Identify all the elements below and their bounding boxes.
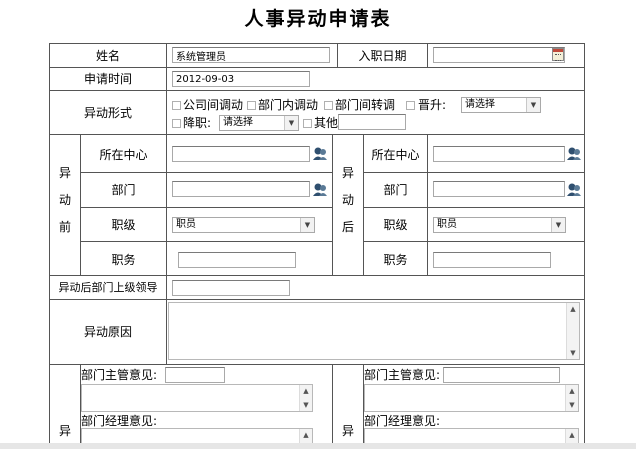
- before-center-input[interactable]: [172, 146, 310, 162]
- after-section-label: 异 动 后: [341, 166, 354, 234]
- change-type-label: 异动形式: [83, 106, 132, 120]
- scroll-up-icon[interactable]: ▲: [300, 430, 312, 440]
- right-manager-opinion-label: 部门主管意见:: [364, 368, 441, 382]
- scroll-down-icon[interactable]: ▼: [566, 400, 578, 410]
- option-promotion-label: 晋升:: [418, 98, 447, 112]
- opinion-right-section-label: 异: [341, 424, 354, 438]
- org-picker-icon[interactable]: [567, 146, 581, 160]
- calendar-icon[interactable]: [552, 48, 564, 61]
- leader-input[interactable]: [172, 280, 290, 296]
- page-title: 人事异动申请表: [244, 8, 392, 30]
- option-inter-company-label: 公司间调动: [183, 98, 244, 112]
- option-other-label: 其他: [314, 116, 339, 130]
- name-label: 姓名: [95, 49, 120, 63]
- before-position-input[interactable]: [178, 252, 296, 268]
- before-dept-label: 部门: [111, 183, 136, 197]
- scrollbar[interactable]: ▲ ▼: [565, 385, 578, 411]
- demotion-select-value: 请选择: [223, 117, 253, 128]
- left-manager-opinion-textarea[interactable]: ▲ ▼: [81, 384, 313, 412]
- scroll-up-icon[interactable]: ▲: [300, 386, 312, 396]
- left-manager-name-input[interactable]: [165, 367, 225, 383]
- before-section-label: 异 动 前: [58, 166, 71, 234]
- after-position-input[interactable]: [433, 252, 551, 268]
- name-input[interactable]: [172, 47, 330, 63]
- chevron-down-icon: ▼: [526, 98, 540, 112]
- after-level-value: 职员: [437, 219, 457, 230]
- left-manager-opinion-label: 部门主管意见:: [81, 368, 158, 382]
- before-center-label: 所在中心: [99, 148, 148, 162]
- scroll-up-icon[interactable]: ▲: [567, 304, 579, 314]
- checkbox-intra-dept[interactable]: [247, 101, 256, 110]
- right-director-opinion-label: 部门经理意见:: [364, 414, 441, 428]
- scrollbar[interactable]: ▲ ▼: [299, 385, 312, 411]
- scroll-up-icon[interactable]: ▲: [566, 386, 578, 396]
- before-level-value: 职员: [176, 219, 196, 230]
- before-level-select[interactable]: 职员 ▼: [172, 217, 315, 233]
- after-position-label: 职务: [383, 253, 408, 267]
- before-level-label: 职级: [111, 218, 136, 232]
- org-picker-icon[interactable]: [567, 182, 581, 196]
- option-inter-dept-label: 部门间转调: [335, 98, 396, 112]
- promotion-select[interactable]: 请选择 ▼: [461, 97, 541, 113]
- after-dept-label: 部门: [383, 183, 408, 197]
- before-position-label: 职务: [111, 253, 136, 267]
- scroll-up-icon[interactable]: ▲: [566, 430, 578, 440]
- after-center-input[interactable]: [433, 146, 565, 162]
- checkbox-inter-dept[interactable]: [324, 101, 333, 110]
- window-bottom-edge: [0, 443, 636, 449]
- checkbox-other[interactable]: [303, 119, 312, 128]
- right-manager-opinion-textarea[interactable]: ▲ ▼: [364, 384, 579, 412]
- entry-date-label: 入职日期: [358, 49, 407, 63]
- scrollbar[interactable]: ▲ ▼: [566, 303, 579, 359]
- checkbox-inter-company[interactable]: [172, 101, 181, 110]
- option-intra-dept-label: 部门内调动: [258, 98, 319, 112]
- scroll-down-icon[interactable]: ▼: [300, 400, 312, 410]
- scroll-down-icon[interactable]: ▼: [567, 348, 579, 358]
- left-director-opinion-label: 部门经理意见:: [81, 414, 158, 428]
- option-demotion-label: 降职:: [183, 116, 212, 130]
- reason-label: 异动原因: [83, 325, 132, 339]
- chevron-down-icon: ▼: [300, 218, 314, 232]
- before-dept-input[interactable]: [172, 181, 310, 197]
- org-picker-icon[interactable]: [313, 146, 327, 160]
- checkbox-demotion[interactable]: [172, 119, 181, 128]
- leader-label: 异动后部门上级领导: [58, 281, 158, 294]
- chevron-down-icon: ▼: [284, 116, 298, 130]
- promotion-select-value: 请选择: [465, 99, 495, 110]
- after-center-label: 所在中心: [371, 148, 420, 162]
- other-input[interactable]: [338, 114, 406, 130]
- apply-time-label: 申请时间: [83, 72, 132, 86]
- apply-time-input[interactable]: [172, 71, 310, 87]
- chevron-down-icon: ▼: [551, 218, 565, 232]
- checkbox-promotion[interactable]: [406, 101, 415, 110]
- org-picker-icon[interactable]: [313, 182, 327, 196]
- demotion-select[interactable]: 请选择 ▼: [219, 115, 299, 131]
- entry-date-input[interactable]: [433, 47, 565, 63]
- opinion-left-section-label: 异: [58, 424, 71, 438]
- after-level-select[interactable]: 职员 ▼: [433, 217, 566, 233]
- after-dept-input[interactable]: [433, 181, 565, 197]
- right-manager-name-input[interactable]: [443, 367, 560, 383]
- reason-textarea[interactable]: ▲ ▼: [168, 302, 580, 360]
- after-level-label: 职级: [383, 218, 408, 232]
